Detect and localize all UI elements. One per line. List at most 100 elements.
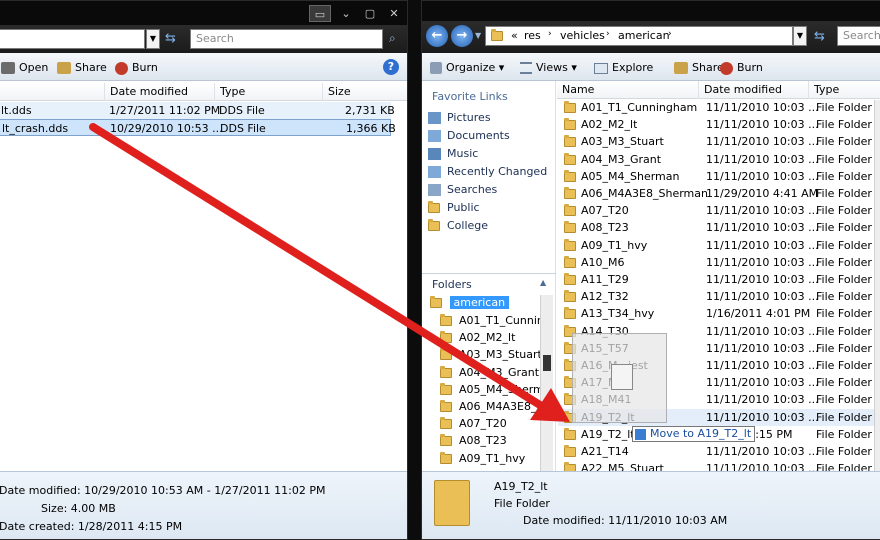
explore-button[interactable]: Explore [594, 59, 653, 77]
explore-icon [594, 62, 608, 74]
left-col-name[interactable] [0, 83, 105, 101]
folder-icon [564, 135, 576, 148]
left-search-input[interactable]: Search [190, 29, 383, 49]
left-window-menu-icon[interactable]: ▭ [309, 5, 331, 22]
left-close-icon[interactable]: ✕ [385, 5, 403, 22]
folder-row[interactable]: A11_T29 11/11/2010 10:03 ... File Folder [558, 271, 874, 288]
nav-searches[interactable]: Searches [428, 181, 497, 199]
folder-type: File Folder [816, 324, 872, 338]
left-refresh-icon[interactable]: ⇆ [165, 31, 176, 46]
right-col-type[interactable]: Type [809, 81, 880, 99]
right-address-field[interactable]: « res › vehicles › american › [485, 26, 793, 46]
right-address-bar: ← → ▼ « res › vehicles › american › ▼ ⇆ … [422, 21, 880, 53]
right-address-dropdown-icon[interactable]: ▼ [793, 26, 807, 46]
nav-label: Pictures [447, 111, 491, 124]
address-overflow[interactable]: « [511, 29, 518, 42]
folder-date: 11/29/2010 4:41 AM [706, 187, 819, 200]
folder-row[interactable]: A13_T34_hvy 1/16/2011 4:01 PM File Folder [558, 305, 874, 322]
nav-documents[interactable]: Documents [428, 127, 510, 145]
folder-row[interactable]: A05_M4_Sherman 11/11/2010 10:03 ... File F… [558, 168, 874, 185]
breadcrumb-res[interactable]: res [524, 29, 541, 42]
nav-college[interactable]: College [428, 217, 488, 235]
tree-root-american[interactable]: american [430, 296, 510, 312]
right-burn-button[interactable]: Burn [720, 59, 763, 77]
file-row[interactable]: lt_crash.dds 10/29/2010 10:53 ... DDS Fi… [0, 119, 396, 136]
tree-item-label: A04_M3_Grant [459, 365, 540, 379]
folders-header[interactable]: Folders ▲ [422, 273, 556, 293]
file-row[interactable]: lt.dds 1/27/2011 11:02 PM DDS File 2,731… [0, 102, 395, 119]
left-col-size[interactable]: Size [323, 83, 407, 101]
tree-item[interactable]: A02_M2_lt [440, 331, 540, 344]
left-maximize-icon[interactable]: ▢ [361, 5, 379, 22]
tree-item-label: A08_T23 [459, 434, 507, 448]
tree-scrollbar[interactable] [540, 295, 553, 473]
folder-type: File Folder [816, 307, 872, 321]
views-icon [520, 62, 532, 74]
folder-row[interactable]: A08_T23 11/11/2010 10:03 ... File Folder [558, 219, 874, 236]
right-refresh-icon[interactable]: ⇆ [814, 29, 825, 44]
folders-collapse-icon[interactable]: ▲ [540, 278, 546, 287]
left-burn-button[interactable]: Burn [115, 59, 158, 77]
file-name: lt_crash.dds [2, 122, 69, 135]
right-share-button[interactable]: Share [674, 59, 724, 77]
nav-public[interactable]: Public [428, 199, 480, 217]
folder-row[interactable]: A02_M2_lt 11/11/2010 10:03 ... File Folder [558, 116, 874, 133]
tree-item[interactable]: A06_M4A3E8_Sh [440, 400, 540, 413]
file-type: DDS File [220, 122, 266, 135]
left-col-date[interactable]: Date modified [105, 83, 215, 101]
history-dropdown-icon[interactable]: ▼ [475, 31, 481, 40]
left-minimize-icon[interactable]: ⌄ [337, 5, 355, 22]
tree-item[interactable]: A01_T1_Cunning [440, 314, 540, 327]
drag-tooltip-label: Move to A19_T2_lt [650, 427, 752, 440]
organize-button[interactable]: Organize ▾ [430, 59, 504, 77]
nav-recently-changed[interactable]: Recently Changed [428, 163, 547, 181]
nav-pictures[interactable]: Pictures [428, 109, 491, 127]
nav-label: Music [447, 147, 479, 160]
folder-type: File Folder [816, 393, 872, 407]
folder-name: A04_M3_Grant [581, 152, 662, 166]
nav-music[interactable]: Music [428, 145, 478, 163]
left-col-type[interactable]: Type [215, 83, 323, 101]
help-icon[interactable]: ? [383, 59, 399, 75]
folder-row[interactable]: A04_M3_Grant 11/11/2010 10:03 ... File Fol… [558, 151, 874, 168]
tree-item[interactable]: A03_M3_Stuart [440, 348, 540, 361]
right-col-date[interactable]: Date modified [699, 81, 809, 99]
folder-type: File Folder [816, 221, 872, 235]
forward-button[interactable]: → [451, 25, 473, 47]
folder-type: File Folder [816, 427, 872, 441]
folder-row[interactable]: A06_M4A3E8_Sherman 11/29/2010 4:41 AM File… [558, 185, 874, 202]
left-address-field[interactable] [0, 29, 145, 49]
tree-item[interactable]: A08_T23 [440, 434, 540, 447]
folder-row[interactable]: A03_M3_Stuart 11/11/2010 10:03 ... File Fo… [558, 133, 874, 150]
left-share-button[interactable]: Share [57, 59, 107, 77]
folder-row[interactable]: A10_M6 11/11/2010 10:03 ... File Folder [558, 254, 874, 271]
breadcrumb-vehicles[interactable]: vehicles [560, 29, 605, 42]
tree-item[interactable]: A05_M4_Sherma [440, 382, 540, 396]
left-search-icon[interactable]: ⌕ [389, 31, 396, 46]
folder-date: 11/11/2010 10:03 ... [706, 359, 819, 372]
breadcrumb-american[interactable]: american [618, 29, 670, 42]
views-button[interactable]: Views ▾ [520, 59, 577, 77]
tree-item[interactable]: A04_M3_Grant [440, 365, 540, 379]
right-col-name[interactable]: Name [557, 81, 699, 99]
file-date: 10/29/2010 10:53 ... [110, 122, 223, 135]
left-address-dropdown-icon[interactable]: ▼ [146, 29, 160, 49]
details-size: Size: 4.00 MB [41, 502, 116, 515]
folder-type: File Folder [816, 152, 872, 166]
tree-item[interactable]: A07_T20 [440, 417, 540, 430]
folder-row[interactable]: A12_T32 11/11/2010 10:03 ... File Folder [558, 288, 874, 305]
burn-icon [115, 61, 128, 75]
folder-name: A21_T14 [581, 445, 629, 458]
burn-icon [720, 61, 733, 75]
folder-row[interactable]: A09_T1_hvy 11/11/2010 10:03 ... File Folde… [558, 237, 874, 254]
list-scrollbar[interactable] [874, 100, 880, 473]
folder-row[interactable]: A01_T1_Cunningham 11/11/2010 10:03 ... Fil… [558, 99, 874, 116]
tree-item[interactable]: A09_T1_hvy [440, 451, 540, 465]
folder-date: 11/11/2010 10:03 ... [706, 118, 819, 132]
folder-row[interactable]: A21_T14 11/11/2010 10:03 ... File Folder [558, 443, 874, 460]
tree-scrollbar-thumb[interactable] [543, 355, 551, 371]
back-button[interactable]: ← [426, 25, 448, 47]
open-button[interactable]: Open [1, 59, 48, 77]
folder-row[interactable]: A07_T20 11/11/2010 10:03 ... File Folder [558, 202, 874, 219]
right-search-input[interactable]: Search [837, 26, 880, 46]
